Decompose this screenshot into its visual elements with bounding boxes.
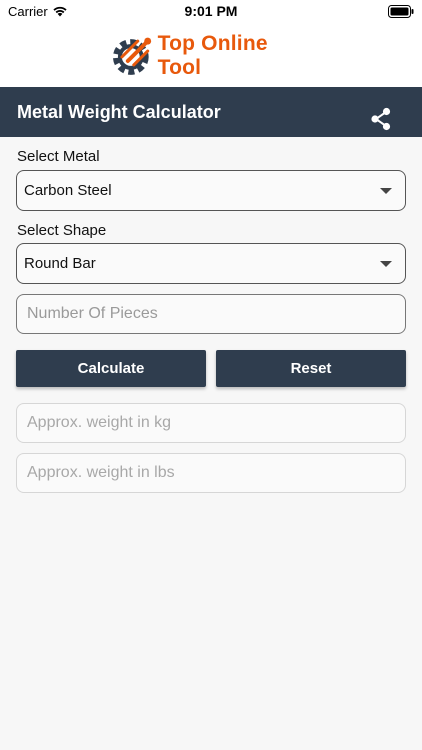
reset-button[interactable]: Reset [216, 350, 406, 387]
shape-label: Select Shape [17, 222, 107, 239]
pieces-input[interactable] [16, 294, 406, 334]
share-button[interactable] [366, 104, 396, 134]
caret-down-icon [380, 188, 392, 194]
weight-lbs-output[interactable] [16, 453, 406, 493]
battery-icon [388, 5, 414, 18]
logo-area: Top Online Tool [0, 24, 422, 87]
status-bar: Carrier 9:01 PM [0, 0, 422, 24]
clock: 9:01 PM [184, 3, 238, 19]
caret-down-icon [380, 261, 392, 267]
logo-text: Top Online Tool [157, 32, 268, 79]
brand-logo: Top Online Tool [104, 30, 316, 82]
screen: Carrier 9:01 PM Top Online Tool Metal We… [0, 0, 422, 750]
calculate-button[interactable]: Calculate [16, 350, 206, 387]
page-title: Metal Weight Calculator [17, 102, 221, 122]
gear-logo-icon [112, 37, 152, 75]
app-bar: Metal Weight Calculator [0, 87, 422, 137]
weight-kg-output[interactable] [16, 403, 406, 443]
shape-select[interactable]: Round Bar [16, 243, 406, 284]
metal-label: Select Metal [17, 148, 100, 165]
share-icon [371, 107, 391, 131]
shape-select-value: Round Bar [24, 255, 96, 272]
metal-select[interactable]: Carbon Steel [16, 170, 406, 211]
metal-select-value: Carbon Steel [24, 182, 112, 199]
